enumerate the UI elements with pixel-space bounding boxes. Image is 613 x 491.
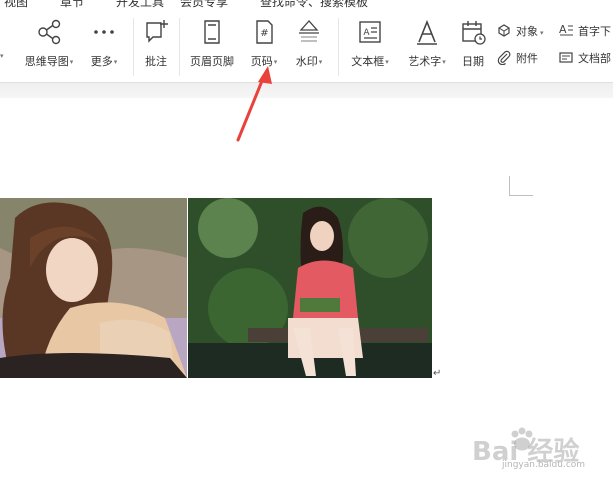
object-label: 对象 xyxy=(516,25,538,38)
chevron-down-icon[interactable]: ▾ xyxy=(540,29,544,37)
margin-corner-mark xyxy=(509,176,533,196)
drop-cap-button[interactable]: A 首字下 xyxy=(558,20,613,40)
watermark-label: 水印 xyxy=(295,55,318,68)
doc-parts-icon xyxy=(559,52,573,63)
textbox-button[interactable]: A 文本框▾ xyxy=(344,18,396,78)
page-number-glyph: # xyxy=(260,28,268,39)
image-girl-sitting[interactable] xyxy=(0,198,187,378)
attachment-icon xyxy=(497,50,511,65)
annotation-arrow-icon xyxy=(236,66,272,142)
watermark-icon xyxy=(299,20,319,42)
drop-cap-label: 首字下 xyxy=(578,25,611,38)
svg-text:A: A xyxy=(559,23,567,36)
watermark-button[interactable]: 水印▾ xyxy=(290,18,328,78)
menu-bar: 视图 章节 开发工具 会员专享 查找命令、搜索模板 xyxy=(0,0,613,8)
object-button[interactable]: 对象 ▾ xyxy=(496,20,556,40)
chevron-down-icon[interactable]: ▾ xyxy=(442,58,446,66)
wordart-button[interactable]: 艺术字▾ xyxy=(402,18,452,78)
menu-item-view[interactable]: 视图 xyxy=(4,0,28,8)
comment-button[interactable]: 批注 xyxy=(139,18,173,78)
header-footer-icon xyxy=(204,20,220,44)
more-button[interactable]: 更多▾ xyxy=(84,18,124,78)
more-label: 更多 xyxy=(90,55,113,68)
wordart-label: 艺术字 xyxy=(408,55,442,68)
textbox-icon: A xyxy=(359,21,381,43)
photo-illustration xyxy=(188,198,432,378)
doc-parts-button[interactable]: 文档部 xyxy=(558,47,613,67)
mindmap-label: 思维导图 xyxy=(24,55,69,68)
watermark-url: jingyan.baidu.com xyxy=(502,460,586,470)
chevron-down-icon: ▾ xyxy=(0,52,4,60)
toolbar-divider xyxy=(179,18,180,76)
attachment-label: 附件 xyxy=(516,52,538,65)
comment-icon xyxy=(146,20,168,43)
toolbar-divider xyxy=(133,18,134,76)
date-icon xyxy=(462,21,486,45)
chevron-down-icon[interactable]: ▾ xyxy=(385,58,389,66)
image-girl-on-bench[interactable] xyxy=(188,198,432,378)
object-icon xyxy=(498,24,510,37)
doc-parts-label: 文档部 xyxy=(578,52,611,65)
command-search[interactable]: 查找命令、搜索模板 xyxy=(260,0,368,8)
comment-label: 批注 xyxy=(145,55,167,68)
date-button[interactable]: 日期 xyxy=(456,18,490,78)
date-label: 日期 xyxy=(462,55,484,68)
ribbon-divider xyxy=(0,82,613,98)
menu-item-developer[interactable]: 开发工具 xyxy=(116,0,164,8)
more-icon xyxy=(94,30,114,34)
wordart-icon xyxy=(417,19,437,45)
page-number-icon: # xyxy=(256,20,273,44)
chevron-down-icon[interactable]: ▾ xyxy=(70,58,74,66)
attachment-button[interactable]: 附件 xyxy=(496,47,556,67)
mindmap-icon xyxy=(38,19,61,45)
textbox-label: 文本框 xyxy=(351,55,385,68)
svg-text:A: A xyxy=(363,28,370,38)
drop-cap-icon: A xyxy=(559,23,573,36)
mindmap-button[interactable]: 思维导图▾ xyxy=(18,18,80,78)
chevron-down-icon[interactable]: ▾ xyxy=(319,58,323,66)
paragraph-mark: ↵ xyxy=(433,368,442,379)
baidu-jingyan-watermark: Bai 经验 jingyan.baidu.com xyxy=(472,425,607,475)
ribbon-toolbar: ▾ 思维导图▾ 更多▾ 批注 页眉页脚 # 页码▾ 水印▾ A 文本框▾ 艺术字… xyxy=(0,8,613,82)
toolbar-divider xyxy=(338,18,339,76)
menu-item-chapter[interactable]: 章节 xyxy=(60,0,84,8)
chevron-down-icon[interactable]: ▾ xyxy=(114,58,118,66)
photo-illustration xyxy=(0,198,187,378)
menu-item-member[interactable]: 会员专享 xyxy=(180,0,228,8)
